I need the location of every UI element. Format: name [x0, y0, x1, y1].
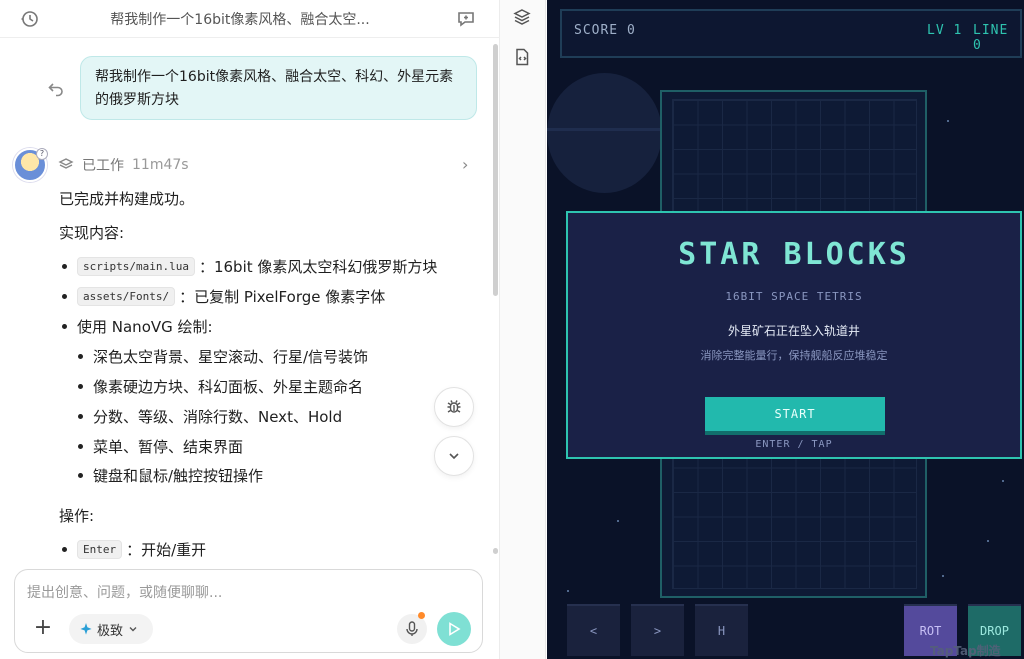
list-item-text: ：16bit 像素风太空科幻俄罗斯方块 [198, 258, 438, 276]
bullet [78, 414, 83, 419]
list-item: 使用 NanoVG 绘制: [62, 316, 213, 337]
chat-pane: 帮我制作一个16bit像素风格、融合太空... 帮我制作一个16bit像素风格、… [0, 0, 500, 659]
send-icon [449, 622, 461, 636]
user-message-line: 的俄罗斯方块 [95, 92, 179, 108]
user-message-bubble: 帮我制作一个16bit像素风格、融合太空、科幻、外星元素 的俄罗斯方块 [80, 56, 477, 120]
hud-level: LV 1 [927, 23, 963, 38]
side-rail [500, 0, 546, 659]
planet-ring [547, 128, 677, 131]
bug-report-button[interactable] [434, 387, 474, 427]
done-text: 已完成并构建成功。 [59, 190, 195, 208]
start-hint: ENTER / TAP [755, 439, 833, 450]
bug-icon [447, 400, 461, 413]
hud-bar: SCORE 0 LV 1 LINE 0 [560, 9, 1022, 58]
story-line-2: 消除完整能量行，保持舰船反应堆稳定 [700, 349, 888, 362]
move-left-button[interactable]: < [567, 604, 620, 656]
avatar-badge: ? [36, 148, 48, 160]
work-duration: 11m47s [132, 157, 189, 173]
scrollbar[interactable] [493, 44, 498, 296]
star [987, 540, 989, 542]
start-overlay: STAR BLOCKS 16BIT SPACE TETRIS 外星矿石正在坠入轨… [566, 211, 1022, 459]
bullet [62, 264, 67, 269]
star [947, 120, 949, 122]
list-item: assets/Fonts/ ：已复制 PixelForge 像素字体 [62, 286, 385, 307]
bullet [78, 354, 83, 359]
list-item-text: ：开始/重开 [126, 541, 207, 559]
notification-dot [418, 612, 425, 619]
sub-list-item-text: 键盘和鼠标/触控按钮操作 [93, 467, 264, 485]
bullet [78, 384, 83, 389]
chevron-down-icon [449, 453, 459, 460]
game-title: STAR BLOCKS [678, 237, 910, 272]
star [1002, 480, 1004, 482]
start-button[interactable]: START [705, 397, 885, 435]
bullet [62, 324, 67, 329]
impl-heading: 实现内容: [59, 224, 125, 242]
planet-decoration [547, 73, 662, 193]
hold-button[interactable]: H [695, 604, 748, 656]
microphone-icon [406, 621, 418, 636]
list-item: Enter ：开始/重开 [62, 539, 206, 560]
sub-list-item: 像素硬边方块、科幻面板、外星主题命名 [78, 376, 363, 397]
star [617, 520, 619, 522]
plus-icon[interactable]: + [32, 617, 54, 640]
work-status[interactable]: 已工作 11m47s [58, 155, 189, 175]
sub-list-item: 深色太空背景、星空滚动、行星/信号装饰 [78, 346, 368, 367]
sub-list-item: 键盘和鼠标/触控按钮操作 [78, 465, 263, 486]
chevron-down-icon [129, 627, 137, 632]
inline-code: assets/Fonts/ [77, 287, 176, 306]
hud-lines: LINE 0 [973, 23, 1009, 53]
code-file-icon[interactable] [513, 48, 533, 68]
sub-list-item: 分数、等级、消除行数、Next、Hold [78, 406, 342, 427]
chat-title: 帮我制作一个16bit像素风格、融合太空... [110, 12, 370, 28]
bullet [78, 473, 83, 478]
mode-label: 极致 [97, 623, 124, 639]
layers-icon[interactable] [513, 8, 533, 28]
history-icon[interactable] [20, 9, 40, 29]
watermark: TapTap制造 [930, 644, 1001, 658]
sub-list-item: 菜单、暂停、结束界面 [78, 436, 243, 457]
star [567, 590, 569, 592]
mode-select[interactable]: 极致 [69, 614, 153, 644]
star [942, 575, 944, 577]
list-item: scripts/main.lua ：16bit 像素风太空科幻俄罗斯方块 [62, 256, 437, 277]
bullet [62, 547, 67, 552]
sub-list-item-text: 分数、等级、消除行数、Next、Hold [93, 408, 343, 426]
game-subtitle: 16BIT SPACE TETRIS [725, 290, 863, 303]
layers-icon [58, 158, 74, 169]
inline-code: scripts/main.lua [77, 257, 195, 276]
undo-icon[interactable] [47, 80, 65, 98]
sub-list-item-text: 深色太空背景、星空滚动、行星/信号装饰 [93, 348, 369, 366]
story-line-1: 外星矿石正在坠入轨道井 [727, 324, 860, 338]
move-right-button[interactable]: > [631, 604, 684, 656]
sub-list-item-text: 菜单、暂停、结束界面 [93, 438, 244, 456]
composer: + 极致 [14, 569, 483, 653]
message-input[interactable] [27, 582, 467, 604]
list-item-text: 使用 NanoVG 绘制: [77, 318, 213, 336]
bullet [78, 444, 83, 449]
sparkle-icon [80, 623, 92, 635]
game-preview[interactable]: SCORE 0 LV 1 LINE 0 STAR BLOCKS 16BIT SP… [547, 0, 1024, 659]
sub-list-item-text: 像素硬边方块、科幻面板、外星主题命名 [93, 378, 364, 396]
ops-heading: 操作: [59, 507, 95, 525]
scrollbar-end [493, 548, 498, 554]
chevron-right-icon[interactable]: › [462, 157, 474, 173]
bullet [62, 294, 67, 299]
chat-header: 帮我制作一个16bit像素风格、融合太空... [0, 0, 500, 38]
user-message-line: 帮我制作一个16bit像素风格、融合太空、科幻、外星元素 [95, 69, 454, 85]
scroll-down-button[interactable] [434, 436, 474, 476]
hud-score: SCORE 0 [574, 23, 636, 38]
send-button[interactable] [437, 612, 471, 646]
work-label: 已工作 [82, 158, 124, 174]
list-item-text: ：已复制 PixelForge 像素字体 [179, 288, 386, 306]
new-chat-icon[interactable] [456, 9, 476, 29]
inline-code: Enter [77, 540, 123, 559]
